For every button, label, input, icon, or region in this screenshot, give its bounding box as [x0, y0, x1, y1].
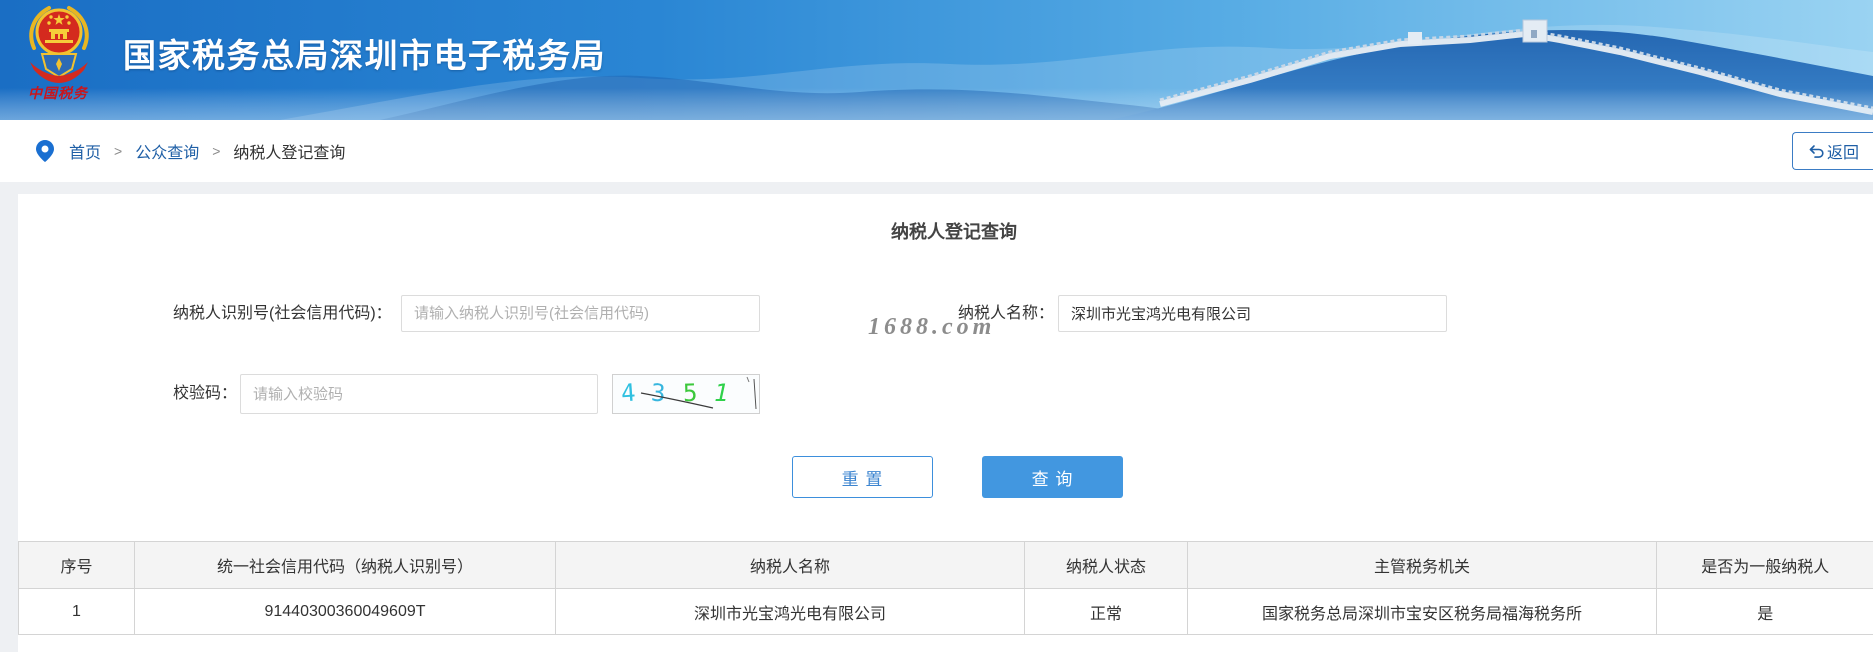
table-row: 1 91440300360049609T 深圳市光宝鸿光电有限公司 正常 国家税… [18, 588, 1873, 635]
column-header-credit-code: 统一社会信用代码（纳税人识别号） [134, 541, 556, 589]
captcha-input[interactable] [240, 374, 598, 414]
breadcrumb-home-link[interactable]: 首页 [69, 139, 101, 163]
breadcrumb-separator: > [114, 143, 123, 159]
query-button[interactable]: 查 询 [982, 456, 1123, 498]
back-arrow-icon [1809, 145, 1824, 158]
column-header-tax-authority: 主管税务机关 [1187, 541, 1657, 589]
captcha-label: 校验码： [173, 385, 238, 402]
site-banner: 中国税务 国家税务总局深圳市电子税务局 [0, 0, 1873, 120]
location-pin-icon [36, 140, 54, 162]
results-table: 序号 统一社会信用代码（纳税人识别号） 纳税人名称 纳税人状态 主管税务机关 是… [18, 541, 1873, 635]
taxpayer-id-input[interactable] [401, 295, 760, 332]
table-header-row: 序号 统一社会信用代码（纳税人识别号） 纳税人名称 纳税人状态 主管税务机关 是… [18, 541, 1873, 589]
cell-status: 正常 [1024, 588, 1188, 635]
tax-logo[interactable]: 中国税务 [22, 4, 96, 110]
column-header-status: 纳税人状态 [1024, 541, 1188, 589]
reset-button[interactable]: 重 置 [792, 456, 933, 498]
breadcrumb-separator: > [212, 143, 221, 159]
return-button[interactable]: 返回 [1792, 132, 1873, 170]
column-header-taxpayer-name: 纳税人名称 [555, 541, 1025, 589]
breadcrumb-bar: 首页 > 公众查询 > 纳税人登记查询 返回 [0, 120, 1873, 182]
breadcrumb-current: 纳税人登记查询 [233, 145, 346, 162]
form-title: 纳税人登记查询 [891, 222, 1017, 242]
breadcrumb-public-query-link[interactable]: 公众查询 [135, 139, 199, 163]
tax-emblem-icon [29, 6, 89, 83]
cell-index: 1 [18, 588, 135, 635]
breadcrumb: 首页 > 公众查询 > 纳税人登记查询 [36, 140, 345, 162]
return-button-label: 返回 [1827, 145, 1860, 162]
captcha-image[interactable]: 4 3 5 1 [612, 374, 760, 414]
taxpayer-name-label: 纳税人名称： [958, 305, 1055, 322]
cell-general-taxpayer: 是 [1656, 588, 1873, 635]
column-header-index: 序号 [18, 541, 135, 589]
captcha-noise-lines [640, 376, 757, 410]
taxpayer-name-input[interactable] [1058, 295, 1447, 332]
column-header-general-taxpayer: 是否为一般纳税人 [1656, 541, 1873, 589]
cell-credit-code: 91440300360049609T [134, 588, 556, 635]
logo-text: 中国税务 [28, 86, 88, 102]
site-title: 国家税务总局深圳市电子税务局 [123, 37, 606, 74]
cell-taxpayer-name: 深圳市光宝鸿光电有限公司 [555, 588, 1025, 635]
taxpayer-id-label: 纳税人识别号(社会信用代码)： [173, 305, 392, 322]
cell-tax-authority: 国家税务总局深圳市宝安区税务局福海税务所 [1187, 588, 1657, 635]
